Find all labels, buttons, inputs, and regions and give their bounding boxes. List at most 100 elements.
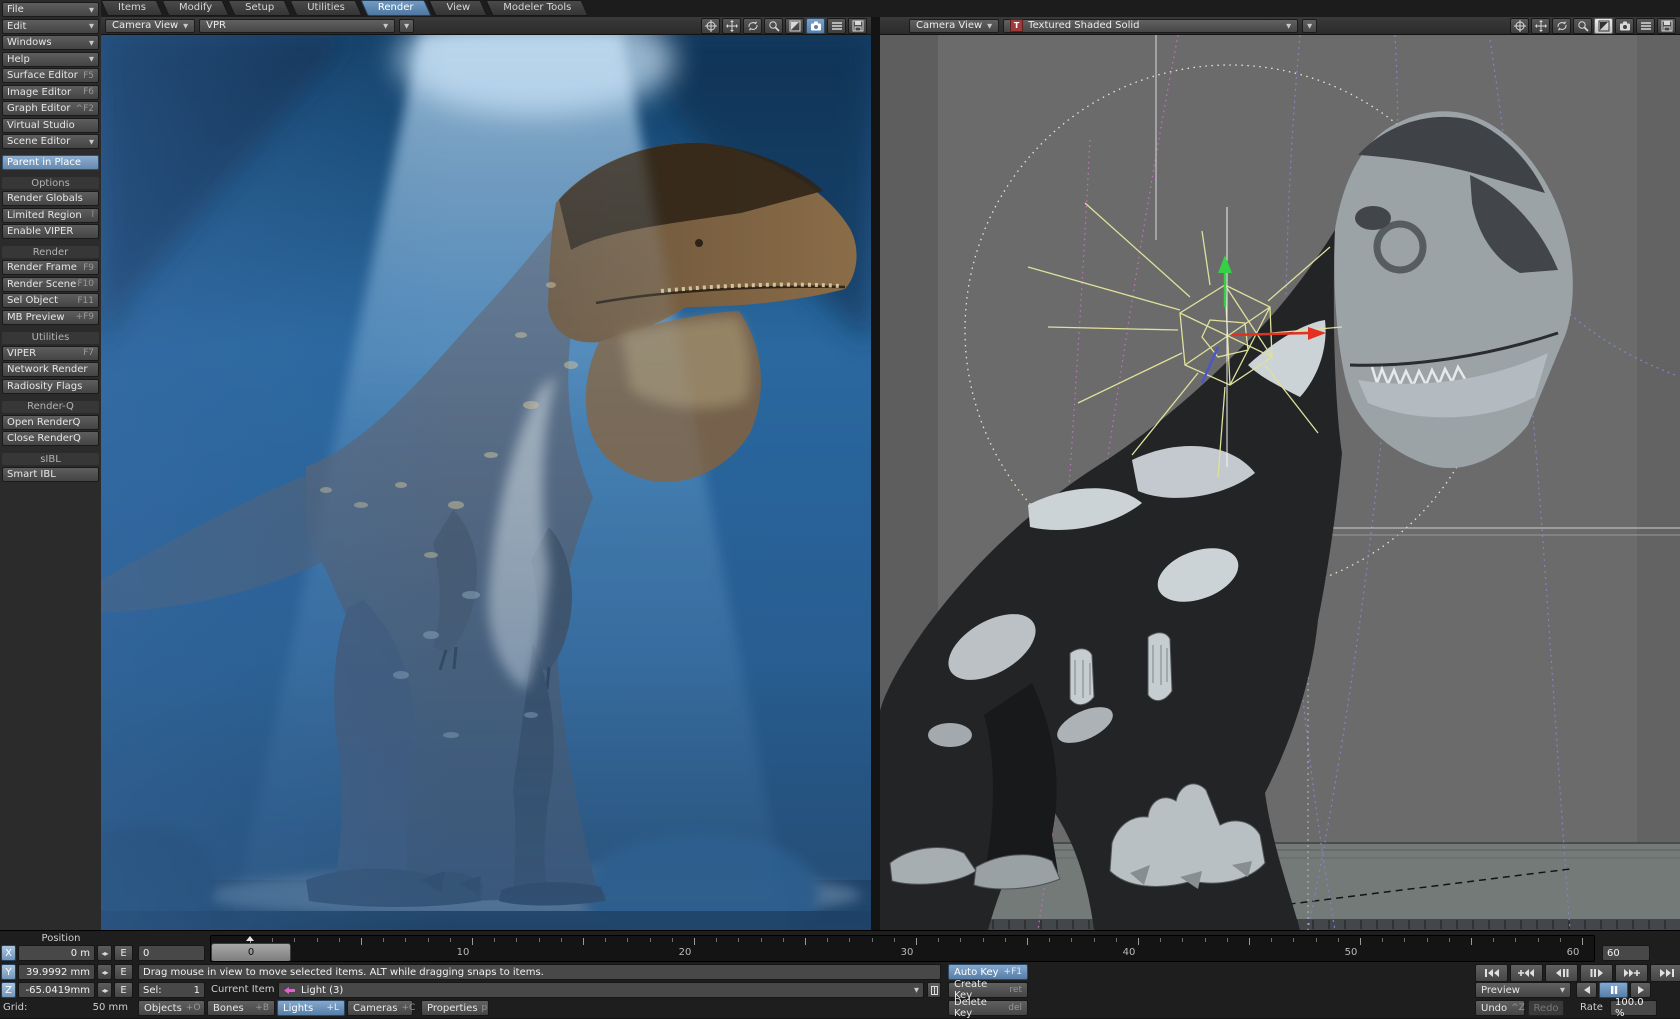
objects-button[interactable]: Objects+O [138,1000,205,1016]
scene-editor-button[interactable]: Scene Editor▼ [2,134,99,149]
pan-tool-icon[interactable] [1510,18,1529,34]
light-item-icon [283,986,296,995]
item-list-button[interactable] [927,982,941,998]
viewport-options-dropdown[interactable]: ▼ [399,19,414,33]
maximize-icon[interactable] [785,18,804,34]
play-reverse-button[interactable] [1576,982,1597,998]
redo-button[interactable]: Redo [1528,1000,1564,1016]
z-axis-button[interactable]: Z [1,982,16,998]
z-position-field[interactable]: -65.0419mm [18,982,95,998]
tab-items[interactable]: Items [104,0,160,16]
sel-object-button[interactable]: Sel ObjectF11 [2,293,99,308]
ruler-label: 30 [887,947,927,958]
undo-button[interactable]: Undo^Z [1475,1000,1525,1016]
viper-button[interactable]: VIPERF7 [2,346,99,361]
auto-key-button[interactable]: Auto Key+F1 [948,964,1028,980]
y-envelope-button[interactable]: E [114,964,133,980]
timeline-ruler[interactable]: 10 20 30 40 50 60 0 [210,935,1595,962]
bones-button[interactable]: Bones+B [207,1000,275,1016]
section-utilities: Utilities [2,332,99,344]
tab-render[interactable]: Render [364,0,428,16]
menu-edit[interactable]: Edit▼ [2,19,99,34]
enable-viper-button[interactable]: Enable VIPER [2,224,99,239]
close-renderq-button[interactable]: Close RenderQ [2,431,99,446]
surface-editor-button[interactable]: Surface EditorF5 [2,68,99,83]
top-menu-bar: Items Modify Setup Utilities Render View… [0,0,1680,17]
cameras-button[interactable]: Cameras+C [347,1000,413,1016]
image-editor-button[interactable]: Image EditorF6 [2,85,99,100]
tab-modify[interactable]: Modify [165,0,226,16]
menu-help[interactable]: Help▼ [2,52,99,67]
network-render-button[interactable]: Network Render [2,362,99,377]
delete-key-button[interactable]: Delete Keydel [948,1000,1028,1016]
z-envelope-button[interactable]: E [114,982,133,998]
next-key-button[interactable] [1615,964,1648,982]
lights-button[interactable]: Lights+L [277,1000,345,1016]
y-position-field[interactable]: 39.9992 mm [18,964,95,980]
timeline-slider[interactable]: 0 [211,943,291,962]
prev-key-button[interactable] [1510,964,1543,982]
mb-preview-button[interactable]: MB Preview+F9 [2,310,99,325]
current-item-dropdown[interactable]: Light (3) ▼ [278,982,924,998]
render-mode-dropdown[interactable]: VPR▼ [199,19,395,33]
render-frame-button[interactable]: Render FrameF9 [2,260,99,275]
view-mode-dropdown[interactable]: Camera View▼ [105,19,195,33]
x-envelope-button[interactable]: E [114,945,133,961]
menu-windows[interactable]: Windows▼ [2,35,99,50]
y-axis-button[interactable]: Y [1,964,16,980]
zoom-tool-icon[interactable] [1573,18,1592,34]
properties-button[interactable]: Propertiesp [421,1000,489,1016]
virtual-studio-button[interactable]: Virtual Studio [2,118,99,133]
parent-in-place-button[interactable]: Parent in Place [2,155,99,170]
jump-start-button[interactable] [1475,964,1508,982]
graph-editor-button[interactable]: Graph Editor^F2 [2,101,99,116]
camera-icon[interactable] [806,18,825,34]
save-icon[interactable] [848,18,867,34]
radiosity-flags-button[interactable]: Radiosity Flags [2,379,99,394]
viewport-right-icons [1510,18,1676,34]
play-forward-button[interactable] [1630,982,1651,998]
step-forward-button[interactable] [1580,964,1613,982]
x-axis-button[interactable]: X [1,945,16,961]
preview-dropdown[interactable]: Preview▼ [1475,982,1571,998]
viewport-right-canvas[interactable] [880,35,1680,930]
tab-setup[interactable]: Setup [231,0,288,16]
viewport-options-dropdown[interactable]: ▼ [1302,19,1317,33]
view-mode-dropdown[interactable]: Camera View▼ [909,19,999,33]
x-stepper[interactable]: ◂▸ [97,945,112,961]
rotate-tool-icon[interactable] [1552,18,1571,34]
x-position-field[interactable]: 0 m [18,945,95,961]
z-stepper[interactable]: ◂▸ [97,982,112,998]
smart-ibl-button[interactable]: Smart IBL [2,467,99,482]
step-back-button[interactable] [1545,964,1578,982]
open-renderq-button[interactable]: Open RenderQ [2,415,99,430]
viewport-right-header: Camera View▼ T Textured Shaded Solid ▼ ▼ [880,17,1680,35]
move-tool-icon[interactable] [1531,18,1550,34]
jump-end-button[interactable] [1650,964,1680,982]
rotate-tool-icon[interactable] [743,18,762,34]
zoom-tool-icon[interactable] [764,18,783,34]
menu-icon[interactable] [827,18,846,34]
frame-marker-icon [246,936,254,941]
menu-icon[interactable] [1636,18,1655,34]
pause-button[interactable] [1599,982,1628,998]
save-icon[interactable] [1657,18,1676,34]
current-frame-field[interactable]: 0 [138,945,205,961]
y-stepper[interactable]: ◂▸ [97,964,112,980]
limited-region-button[interactable]: Limited Regionl [2,208,99,223]
camera-icon[interactable] [1615,18,1634,34]
render-mode-dropdown[interactable]: T Textured Shaded Solid ▼ [1003,19,1298,33]
viewport-left-canvas[interactable] [101,35,871,930]
create-key-button[interactable]: Create Keyret [948,982,1028,998]
rate-field[interactable]: 100.0 % [1610,1000,1657,1016]
tab-view[interactable]: View [432,0,484,16]
render-globals-button[interactable]: Render Globals [2,191,99,206]
move-tool-icon[interactable] [722,18,741,34]
tab-modeler-tools[interactable]: Modeler Tools [489,0,585,16]
tab-utilities[interactable]: Utilities [293,0,359,16]
render-scene-button[interactable]: Render SceneF10 [2,277,99,292]
pan-tool-icon[interactable] [701,18,720,34]
maximize-icon[interactable] [1594,18,1613,34]
end-frame-field[interactable]: 60 [1602,945,1650,961]
menu-file[interactable]: File▼ [2,2,99,17]
